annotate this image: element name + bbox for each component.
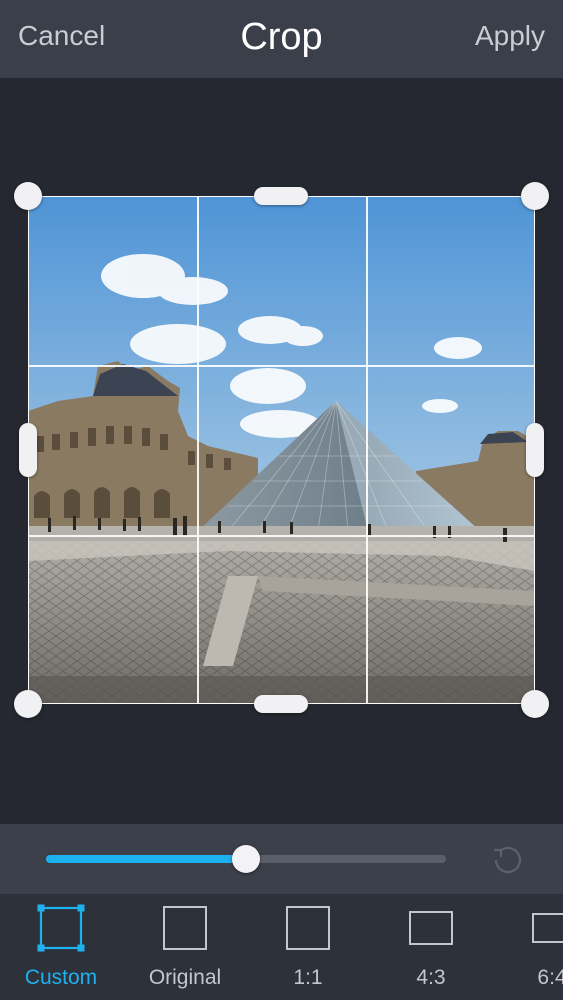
ratio-option-custom[interactable]: Custom xyxy=(6,894,116,1000)
straighten-slider[interactable] xyxy=(46,845,446,873)
straighten-bar xyxy=(0,824,563,894)
grid-line xyxy=(197,197,199,703)
crop-handle-top-right[interactable] xyxy=(521,182,549,210)
crop-handle-top[interactable] xyxy=(254,187,308,205)
crop-handle-top-left[interactable] xyxy=(14,182,42,210)
custom-frame-icon xyxy=(37,904,85,952)
crop-handle-bottom[interactable] xyxy=(254,695,308,713)
slider-thumb[interactable] xyxy=(232,845,260,873)
landscape-frame-icon xyxy=(409,911,453,945)
reset-rotate-icon[interactable] xyxy=(492,844,522,874)
crop-handle-right[interactable] xyxy=(526,423,544,477)
ratio-option-6-4[interactable]: 6:4 xyxy=(497,894,563,1000)
square-frame-icon xyxy=(286,906,330,950)
crop-canvas xyxy=(0,78,563,824)
crop-frame[interactable] xyxy=(28,196,535,704)
slider-fill xyxy=(46,855,246,863)
crop-handle-bottom-right[interactable] xyxy=(521,690,549,718)
grid-line xyxy=(366,197,368,703)
ratio-label: 1:1 xyxy=(293,966,323,989)
crop-handle-bottom-left[interactable] xyxy=(14,690,42,718)
top-bar: Cancel Crop Apply xyxy=(0,0,563,78)
ratio-option-4-3[interactable]: 4:3 xyxy=(376,894,486,1000)
square-frame-icon xyxy=(163,906,207,950)
wide-frame-icon xyxy=(532,913,563,943)
ratio-label: 6:4 xyxy=(537,966,563,989)
grid-line xyxy=(29,365,534,367)
aspect-ratio-toolbar: Custom Original 1:1 4:3 6:4 xyxy=(0,894,563,1000)
ratio-label: 4:3 xyxy=(416,966,446,989)
crop-handle-left[interactable] xyxy=(19,423,37,477)
grid-line xyxy=(29,535,534,537)
ratio-label: Original xyxy=(148,966,222,989)
ratio-label: Custom xyxy=(24,966,98,989)
ratio-option-1-1[interactable]: 1:1 xyxy=(253,894,363,1000)
ratio-option-original[interactable]: Original xyxy=(130,894,240,1000)
apply-button[interactable]: Apply xyxy=(475,20,545,52)
